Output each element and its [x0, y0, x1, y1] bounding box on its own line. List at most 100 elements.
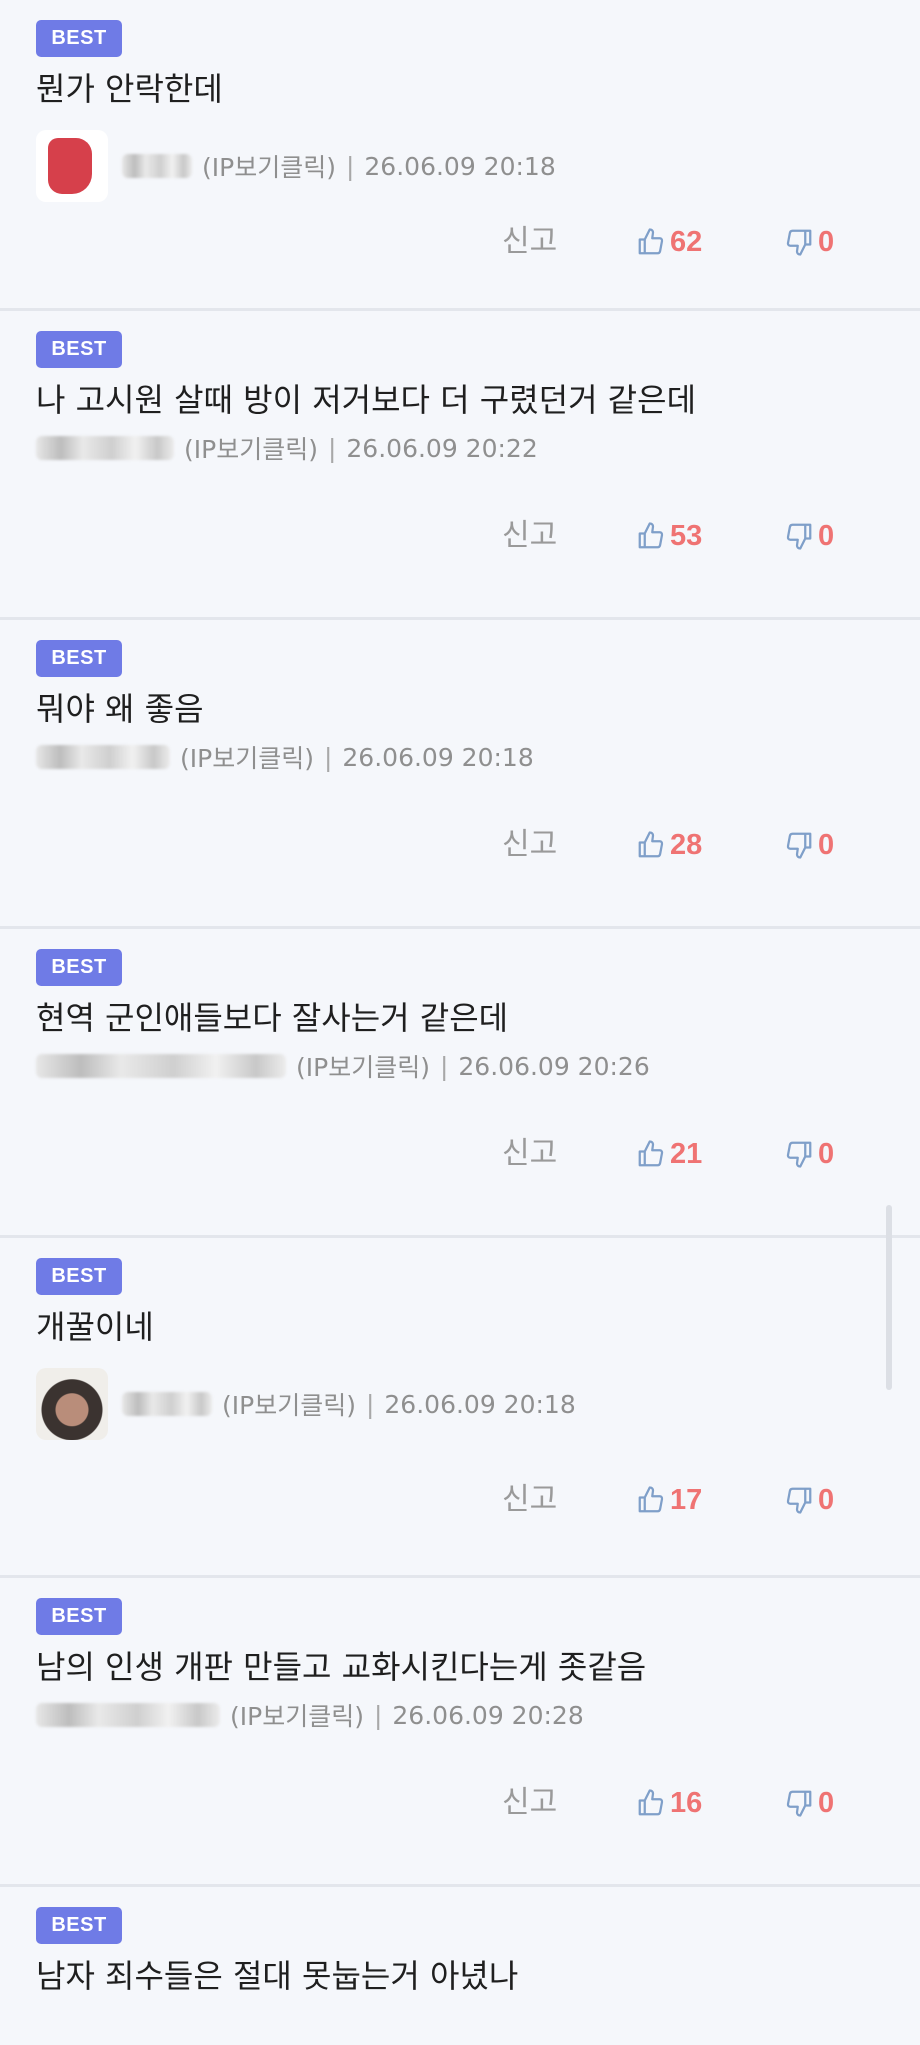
- comment-actions: 신고 16 0: [0, 1781, 920, 1825]
- author-name-redacted[interactable]: [36, 1054, 286, 1078]
- thumbs-up-icon: [638, 228, 664, 255]
- meta-separator: |: [327, 433, 337, 463]
- scrollbar-thumb[interactable]: [886, 1205, 892, 1390]
- author-name-redacted[interactable]: [122, 1392, 212, 1416]
- like-count: 28: [670, 828, 703, 861]
- best-badge: BEST: [36, 640, 122, 677]
- report-button[interactable]: 신고: [502, 220, 557, 264]
- author-name-redacted[interactable]: [36, 436, 174, 460]
- ip-view-link[interactable]: (IP보기클릭): [296, 1048, 430, 1084]
- comment-text: 뭔가 안락한데: [36, 70, 223, 108]
- comment-text: 현역 군인애들보다 잘사는거 같은데: [36, 999, 509, 1037]
- comment-item: BEST 남자 죄수들은 절대 못눕는거 아녔나: [0, 1887, 920, 2037]
- report-button[interactable]: 신고: [502, 1478, 557, 1522]
- comment-meta: (IP보기클릭) | 26.06.09 20:18: [36, 732, 534, 782]
- best-badge: BEST: [36, 1598, 122, 1635]
- meta-separator: |: [323, 742, 333, 772]
- author-name-redacted[interactable]: [36, 745, 170, 769]
- best-badge: BEST: [36, 1258, 122, 1295]
- ip-view-link[interactable]: (IP보기클릭): [202, 148, 336, 184]
- comment-date: 26.06.09 20:18: [342, 742, 534, 772]
- dislike-button[interactable]: 0: [784, 1478, 834, 1522]
- report-button[interactable]: 신고: [502, 514, 557, 558]
- thumbs-up-icon: [638, 1486, 664, 1513]
- avatar[interactable]: [36, 1368, 108, 1440]
- comment-text: 남자 죄수들은 절대 못눕는거 아녔나: [36, 1957, 519, 1995]
- meta-separator: |: [345, 151, 355, 181]
- thumbs-down-icon: [786, 1790, 812, 1817]
- dislike-count: 0: [818, 1483, 835, 1516]
- comment-text: 뭐야 왜 좋음: [36, 690, 204, 728]
- comment-item: BEST 남의 인생 개판 만들고 교화시킨다는게 좃같음 (IP보기클릭) |…: [0, 1578, 920, 1887]
- thumbs-down-icon: [786, 523, 812, 550]
- comment-date: 26.06.09 20:26: [458, 1051, 650, 1081]
- comment-actions: 신고 62 0: [0, 220, 920, 264]
- author-name-redacted[interactable]: [36, 1703, 220, 1727]
- dislike-button[interactable]: 0: [784, 823, 834, 867]
- best-badge: BEST: [36, 1907, 122, 1944]
- report-button[interactable]: 신고: [502, 1781, 557, 1825]
- dislike-count: 0: [818, 828, 835, 861]
- comment-item: BEST 현역 군인애들보다 잘사는거 같은데 (IP보기클릭) | 26.06…: [0, 929, 920, 1238]
- comment-date: 26.06.09 20:18: [384, 1389, 576, 1419]
- like-button[interactable]: 28: [636, 823, 702, 867]
- comment-meta: (IP보기클릭) | 26.06.09 20:26: [36, 1041, 650, 1091]
- author-name-redacted[interactable]: [122, 154, 192, 178]
- meta-separator: |: [373, 1700, 383, 1730]
- dislike-count: 0: [818, 1786, 835, 1819]
- thumbs-up-icon: [638, 1789, 664, 1816]
- dislike-count: 0: [818, 1137, 835, 1170]
- comment-text: 남의 인생 개판 만들고 교화시킨다는게 좃같음: [36, 1648, 647, 1686]
- thumbs-down-icon: [786, 229, 812, 256]
- like-button[interactable]: 62: [636, 220, 702, 264]
- comment-item: BEST 개꿀이네 (IP보기클릭) | 26.06.09 20:18 신고 1…: [0, 1238, 920, 1578]
- comment-meta: (IP보기클릭) | 26.06.09 20:18: [36, 1366, 576, 1442]
- like-count: 53: [670, 519, 703, 552]
- comment-item: BEST 뭐야 왜 좋음 (IP보기클릭) | 26.06.09 20:18 신…: [0, 620, 920, 929]
- like-button[interactable]: 17: [636, 1478, 702, 1522]
- like-count: 21: [670, 1137, 703, 1170]
- comment-text: 나 고시원 살때 방이 저거보다 더 구렸던거 같은데: [36, 381, 697, 419]
- report-button[interactable]: 신고: [502, 1132, 557, 1176]
- thumbs-down-icon: [786, 1141, 812, 1168]
- comment-actions: 신고 21 0: [0, 1132, 920, 1176]
- ip-view-link[interactable]: (IP보기클릭): [230, 1697, 364, 1733]
- comment-actions: 신고 17 0: [0, 1478, 920, 1522]
- comment-date: 26.06.09 20:28: [392, 1700, 584, 1730]
- ip-view-link[interactable]: (IP보기클릭): [184, 430, 318, 466]
- thumbs-down-icon: [786, 832, 812, 859]
- like-button[interactable]: 53: [636, 514, 702, 558]
- meta-separator: |: [365, 1389, 375, 1419]
- comment-meta: (IP보기클릭) | 26.06.09 20:18: [36, 128, 556, 204]
- comment-item: BEST 나 고시원 살때 방이 저거보다 더 구렸던거 같은데 (IP보기클릭…: [0, 311, 920, 620]
- comment-item: BEST 뭔가 안락한데 (IP보기클릭) | 26.06.09 20:18 신…: [0, 0, 920, 311]
- thumbs-up-icon: [638, 831, 664, 858]
- comment-date: 26.06.09 20:18: [364, 151, 556, 181]
- dislike-button[interactable]: 0: [784, 514, 834, 558]
- like-button[interactable]: 16: [636, 1781, 702, 1825]
- comment-meta: (IP보기클릭) | 26.06.09 20:22: [36, 423, 538, 473]
- report-button[interactable]: 신고: [502, 823, 557, 867]
- dislike-count: 0: [818, 519, 835, 552]
- meta-separator: |: [439, 1051, 449, 1081]
- like-count: 17: [670, 1483, 703, 1516]
- best-badge: BEST: [36, 331, 122, 368]
- comment-actions: 신고 53 0: [0, 514, 920, 558]
- comment-date: 26.06.09 20:22: [346, 433, 538, 463]
- best-badge: BEST: [36, 949, 122, 986]
- dislike-count: 0: [818, 225, 835, 258]
- like-count: 16: [670, 1786, 703, 1819]
- like-button[interactable]: 21: [636, 1132, 702, 1176]
- best-badge: BEST: [36, 20, 122, 57]
- comment-text: 개꿀이네: [36, 1308, 154, 1346]
- dislike-button[interactable]: 0: [784, 220, 834, 264]
- comment-list: BEST 뭔가 안락한데 (IP보기클릭) | 26.06.09 20:18 신…: [0, 0, 920, 2037]
- comment-meta: (IP보기클릭) | 26.06.09 20:28: [36, 1690, 584, 1740]
- thumbs-up-icon: [638, 522, 664, 549]
- dislike-button[interactable]: 0: [784, 1132, 834, 1176]
- ip-view-link[interactable]: (IP보기클릭): [222, 1386, 356, 1422]
- ip-view-link[interactable]: (IP보기클릭): [180, 739, 314, 775]
- avatar[interactable]: [36, 130, 108, 202]
- like-count: 62: [670, 225, 703, 258]
- dislike-button[interactable]: 0: [784, 1781, 834, 1825]
